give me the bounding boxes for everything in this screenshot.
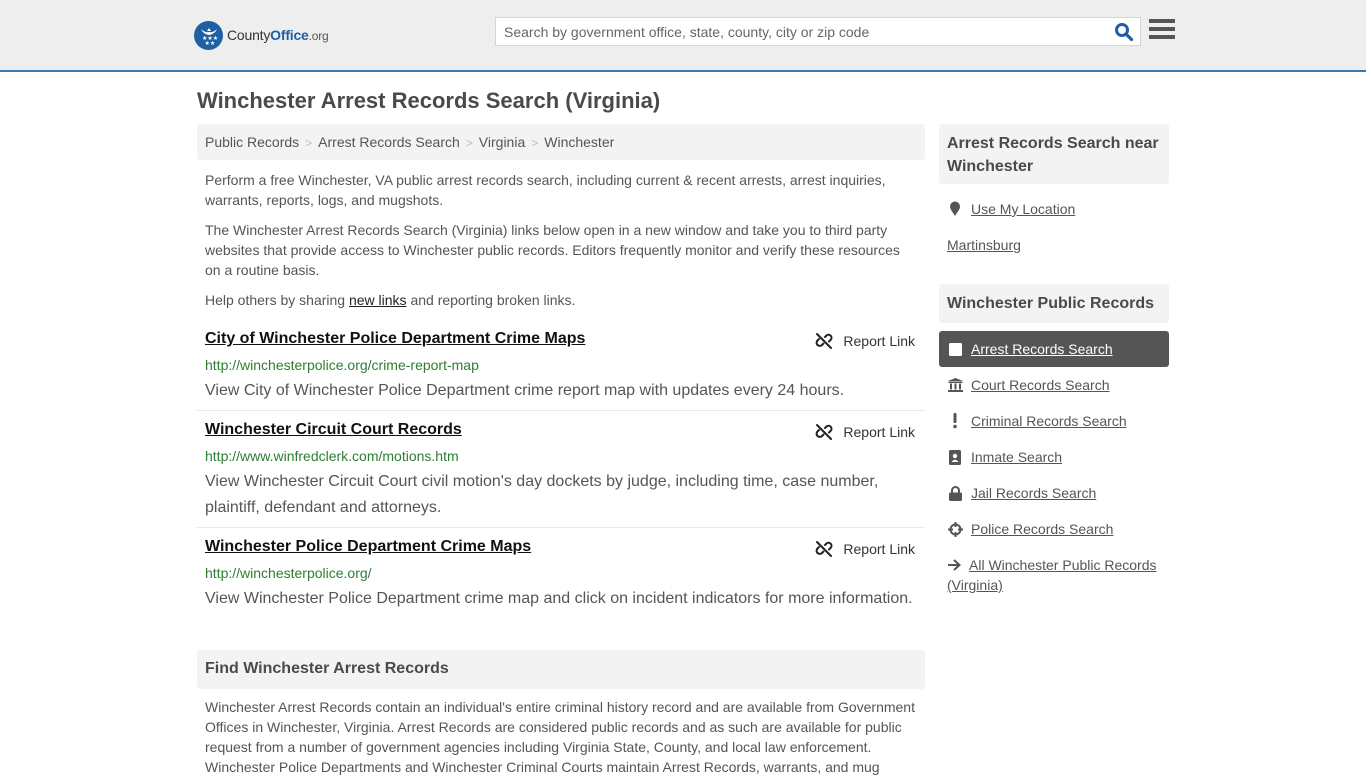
broken-link-icon <box>816 541 833 557</box>
report-link-label: Report Link <box>843 333 915 349</box>
sidebar-item-label: Arrest Records Search <box>971 341 1113 357</box>
eagle-stars-logo-icon: ★★★ ★★ <box>194 20 223 50</box>
sidebar-item-label: Jail Records Search <box>971 485 1097 501</box>
find-arrest-records-heading: Find Winchester Arrest Records <box>197 650 925 689</box>
courthouse-icon <box>947 377 963 393</box>
find-arrest-records-body: Winchester Arrest Records contain an ind… <box>205 699 915 775</box>
map-marker-icon <box>947 201 963 217</box>
square-icon <box>947 341 963 357</box>
svg-text:★★: ★★ <box>204 40 215 46</box>
sidebar-item-label: Police Records Search <box>971 521 1114 537</box>
result-description: View Winchester Police Department crime … <box>205 590 913 607</box>
broken-link-icon <box>816 333 833 349</box>
all-public-records-link[interactable]: All Winchester Public Records (Virginia) <box>947 555 1167 595</box>
result-item: Winchester Circuit Court Records Report … <box>197 421 925 528</box>
result-item: City of Winchester Police Department Cri… <box>197 330 925 411</box>
result-url[interactable]: http://www.winfredclerk.com/motions.htm <box>205 448 459 464</box>
public-records-heading: Winchester Public Records <box>939 284 1169 323</box>
site-logo[interactable]: ★★★ ★★ CountyOffice.org <box>194 20 329 50</box>
result-title-link[interactable]: Winchester Police Department Crime Maps <box>205 538 531 556</box>
sidebar-item-label: Court Records Search <box>971 377 1110 393</box>
use-my-location-link[interactable]: Use My Location <box>947 201 1075 217</box>
intro-paragraph-3: Help others by sharing new links and rep… <box>205 290 915 310</box>
lock-icon <box>947 485 963 501</box>
report-link-button[interactable]: Report Link <box>815 540 915 558</box>
sidebar-item-inmate-search[interactable]: Inmate Search <box>939 439 1169 475</box>
sidebar-item-jail-records[interactable]: Jail Records Search <box>939 475 1169 511</box>
intro-text: Help others by sharing <box>205 292 349 308</box>
page-title: Winchester Arrest Records Search (Virgin… <box>197 88 661 113</box>
result-url[interactable]: http://winchesterpolice.org/ <box>205 565 372 581</box>
intro-paragraph-2: The Winchester Arrest Records Search (Vi… <box>205 222 900 278</box>
sidebar-item-label: Criminal Records Search <box>971 413 1127 429</box>
search-icon[interactable] <box>1114 22 1134 42</box>
nearby-place-link[interactable]: Martinsburg <box>947 237 1021 253</box>
new-links-link[interactable]: new links <box>349 292 407 308</box>
intro-text: and reporting broken links. <box>406 292 576 308</box>
result-url[interactable]: http://winchesterpolice.org/crime-report… <box>205 357 479 373</box>
nearby-heading: Arrest Records Search near Winchester <box>939 124 1169 184</box>
exclamation-icon <box>947 413 963 429</box>
sidebar-item-arrest-records[interactable]: Arrest Records Search <box>939 331 1169 367</box>
breadcrumb-public-records[interactable]: Public Records <box>205 134 299 150</box>
intro-paragraph-1: Perform a free Winchester, VA public arr… <box>205 172 886 208</box>
crosshairs-icon <box>947 521 963 537</box>
site-search <box>495 17 1141 46</box>
report-link-label: Report Link <box>843 424 915 440</box>
breadcrumb-separator: > <box>465 136 473 150</box>
result-description: View City of Winchester Police Departmen… <box>205 382 845 399</box>
result-title-link[interactable]: City of Winchester Police Department Cri… <box>205 330 585 348</box>
breadcrumb-separator: > <box>531 136 539 150</box>
breadcrumb-arrest-records-search[interactable]: Arrest Records Search <box>318 134 460 150</box>
result-item: Winchester Police Department Crime Maps … <box>197 538 925 618</box>
breadcrumb-virginia[interactable]: Virginia <box>479 134 525 150</box>
breadcrumb-winchester[interactable]: Winchester <box>544 134 614 150</box>
all-public-records-label: All Winchester Public Records (Virginia) <box>947 557 1157 593</box>
sidebar-item-court-records[interactable]: Court Records Search <box>939 367 1169 403</box>
logo-wordmark: CountyOffice.org <box>227 27 329 43</box>
sidebar-item-criminal-records[interactable]: Criminal Records Search <box>939 403 1169 439</box>
sidebar-item-label: Inmate Search <box>971 449 1063 465</box>
report-link-label: Report Link <box>843 541 915 557</box>
id-badge-icon <box>947 449 963 465</box>
broken-link-icon <box>816 424 833 440</box>
result-title-link[interactable]: Winchester Circuit Court Records <box>205 421 462 439</box>
site-header: ★★★ ★★ CountyOffice.org <box>0 0 1366 72</box>
search-input[interactable] <box>496 18 1096 45</box>
result-description: View Winchester Circuit Court civil moti… <box>205 473 879 516</box>
hamburger-menu-icon[interactable] <box>1149 19 1175 43</box>
breadcrumb: Public Records > Arrest Records Search > Vir… <box>197 124 925 160</box>
arrow-right-icon <box>948 559 961 571</box>
report-link-button[interactable]: Report Link <box>815 332 915 350</box>
use-my-location-label: Use My Location <box>971 201 1076 217</box>
sidebar-item-police-records[interactable]: Police Records Search <box>939 511 1169 547</box>
breadcrumb-separator: > <box>305 136 313 150</box>
report-link-button[interactable]: Report Link <box>815 423 915 441</box>
